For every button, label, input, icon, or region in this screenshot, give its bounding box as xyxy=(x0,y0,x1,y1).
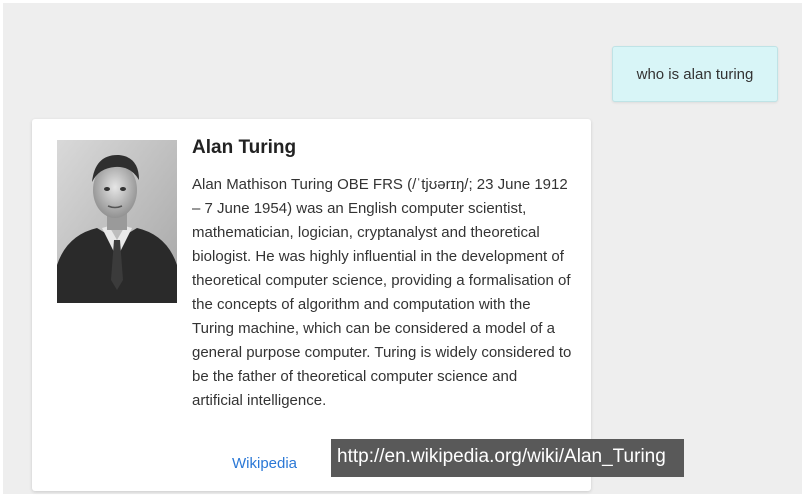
url-tooltip: http://en.wikipedia.org/wiki/Alan_Turing xyxy=(331,439,684,477)
card-description: Alan Mathison Turing OBE FRS (/ˈtjʊərɪŋ/… xyxy=(192,176,572,409)
card-title: Alan Turing xyxy=(192,137,297,158)
chat-window: who is alan turing Alan Turing Alan Math… xyxy=(3,3,802,494)
knowledge-card: Alan Turing Alan Mathison Turing OBE FRS… xyxy=(32,119,591,491)
wikipedia-link[interactable]: Wikipedia xyxy=(232,455,297,472)
tooltip-url-text: http://en.wikipedia.org/wiki/Alan_Turing xyxy=(337,446,666,467)
portrait-photo-icon xyxy=(57,140,177,303)
user-message-bubble: who is alan turing xyxy=(612,46,778,102)
user-message-text: who is alan turing xyxy=(636,65,754,83)
portrait-image xyxy=(57,140,177,303)
